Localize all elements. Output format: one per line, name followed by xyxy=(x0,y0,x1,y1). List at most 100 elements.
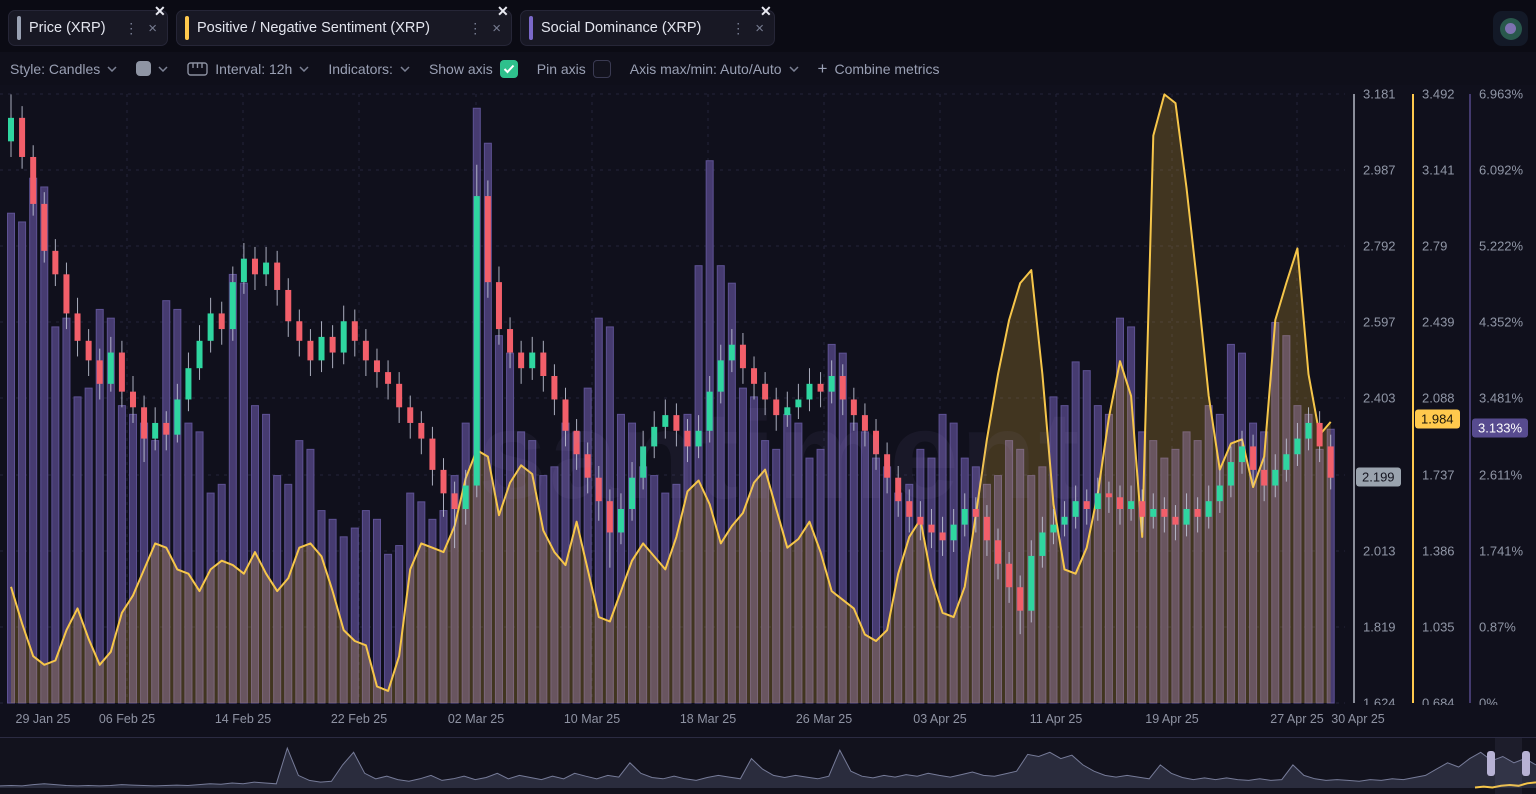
navigator-selected-range[interactable] xyxy=(1495,738,1522,794)
chart-canvas[interactable] xyxy=(0,85,1536,705)
navigator-area-fill xyxy=(0,748,1536,788)
candle-body xyxy=(1083,501,1090,509)
candle-body xyxy=(695,430,702,447)
price-axis-tick-label: 2.987 xyxy=(1363,162,1396,178)
candle-body xyxy=(307,340,314,361)
candle-body xyxy=(728,344,735,361)
candle-body xyxy=(873,430,880,455)
ruler-icon xyxy=(187,61,208,76)
candle-body xyxy=(185,368,192,400)
axis-maxmin-label: Axis max/min: Auto/Auto xyxy=(629,60,782,77)
combine-metrics-label: Combine metrics xyxy=(834,60,940,77)
close-icon[interactable]: × xyxy=(492,21,501,36)
pin-axis-toggle[interactable]: Pin axis xyxy=(537,59,611,78)
x-axis-date-label: 22 Feb 25 xyxy=(330,712,388,726)
candle-body xyxy=(1139,501,1146,517)
price-axis-tick-label: 2.597 xyxy=(1363,314,1396,330)
candle-body xyxy=(995,540,1002,564)
chevron-down-icon xyxy=(158,65,168,72)
main-chart-area[interactable]: santiment 3.1812.9872.7922.5972.4032.013… xyxy=(0,85,1536,711)
sentiment-last-value-badge: 1.984 xyxy=(1415,409,1460,429)
candle-body xyxy=(673,415,680,431)
candle-body xyxy=(595,477,602,502)
candle-body xyxy=(529,352,536,369)
x-axis-date-label: 10 Mar 25 xyxy=(563,712,621,726)
candle-body xyxy=(662,415,669,427)
tab-icons: ⋮ × xyxy=(731,21,764,36)
floating-close-icon[interactable]: ✕ xyxy=(497,3,509,20)
range-navigator[interactable] xyxy=(0,737,1536,794)
combine-metrics-button[interactable]: + Combine metrics xyxy=(818,59,940,79)
navigator-sparkline[interactable] xyxy=(0,738,1536,794)
candle-body xyxy=(606,501,613,533)
close-icon[interactable]: × xyxy=(755,21,764,36)
tab-social-dominance-xrp[interactable]: Social Dominance (XRP) ⋮ × xyxy=(520,10,775,46)
sentiment-axis-tick-label: 3.492 xyxy=(1422,86,1455,102)
dominance-axis-tick-label: 3.481% xyxy=(1479,390,1524,406)
dominance-bar xyxy=(29,177,38,704)
candle-body xyxy=(895,477,902,502)
kebab-menu-icon[interactable]: ⋮ xyxy=(468,21,482,35)
candle-body xyxy=(240,258,247,283)
candle-body xyxy=(573,430,580,455)
floating-close-icon[interactable]: ✕ xyxy=(154,3,166,20)
santiment-chart-app: Price (XRP) ⋮ × Positive / Negative Sent… xyxy=(0,0,1536,794)
candle-body xyxy=(163,422,170,435)
x-axis-date-label: 18 Mar 25 xyxy=(679,712,737,726)
color-swatch xyxy=(136,61,152,76)
kebab-menu-icon[interactable]: ⋮ xyxy=(731,21,745,35)
candle-body xyxy=(63,274,70,314)
recorder-status-button[interactable] xyxy=(1493,11,1528,46)
dominance-axis-tick-label: 0.87% xyxy=(1479,619,1516,635)
candle-body xyxy=(8,117,14,142)
tab-accent-price xyxy=(17,16,21,40)
candle-body xyxy=(118,352,125,392)
candle-body xyxy=(462,485,469,509)
x-axis-date-label: 06 Feb 25 xyxy=(98,712,156,726)
price-axis-tick-label: 2.013 xyxy=(1363,543,1396,559)
candle-body xyxy=(1305,422,1312,439)
pin-axis-checkbox-unchecked[interactable] xyxy=(592,59,611,78)
floating-close-icon[interactable]: ✕ xyxy=(760,3,772,20)
color-swatch-dropdown[interactable] xyxy=(136,61,168,76)
candle-body xyxy=(263,262,270,275)
candle-body xyxy=(906,501,913,517)
candle-body xyxy=(1161,508,1168,517)
style-dropdown[interactable]: Style: Candles xyxy=(10,61,117,77)
interval-ruler-button[interactable]: Interval: 12h xyxy=(187,61,309,77)
tab-positive-negative-sentiment-xrp[interactable]: Positive / Negative Sentiment (XRP) ⋮ × xyxy=(176,10,512,46)
candle-body xyxy=(684,430,691,447)
candle-body xyxy=(1261,469,1268,486)
dominance-axis-tick-label: 1.741% xyxy=(1479,543,1524,559)
candle-body xyxy=(1205,501,1212,517)
dominance-axis-tick-label: 4.352% xyxy=(1479,314,1524,330)
navigator-right-handle[interactable] xyxy=(1522,751,1530,776)
kebab-menu-icon[interactable]: ⋮ xyxy=(124,21,138,35)
show-axis-toggle[interactable]: Show axis xyxy=(429,59,518,78)
sentiment-axis-tick-label: 2.79 xyxy=(1422,238,1448,254)
x-axis-date-label: 14 Feb 25 xyxy=(214,712,272,726)
x-axis-date-label: 30 Apr 25 xyxy=(1331,712,1385,726)
axis-maxmin-dropdown[interactable]: Axis max/min: Auto/Auto xyxy=(630,61,799,77)
candle-body xyxy=(629,477,636,509)
candle-body xyxy=(418,422,425,439)
candle-body xyxy=(917,516,924,525)
show-axis-checkbox-checked[interactable] xyxy=(499,59,518,78)
candle-body xyxy=(795,399,802,408)
close-icon[interactable]: × xyxy=(148,21,157,36)
candle-body xyxy=(296,321,303,341)
candle-body xyxy=(806,383,813,400)
navigator-left-handle[interactable] xyxy=(1487,751,1495,776)
candle-body xyxy=(751,368,758,384)
price-axis-tick-label: 3.181 xyxy=(1363,86,1396,102)
candle-body xyxy=(739,344,746,369)
candle-body xyxy=(473,196,480,486)
candle-body xyxy=(562,399,569,431)
candle-body xyxy=(196,340,203,369)
indicators-dropdown[interactable]: Indicators: xyxy=(328,61,410,77)
candle-body xyxy=(41,203,48,251)
candle-body xyxy=(19,117,26,157)
tab-price-xrp[interactable]: Price (XRP) ⋮ × xyxy=(8,10,168,46)
dominance-last-value-badge: 3.133% xyxy=(1472,418,1529,438)
candle-body xyxy=(107,352,114,384)
